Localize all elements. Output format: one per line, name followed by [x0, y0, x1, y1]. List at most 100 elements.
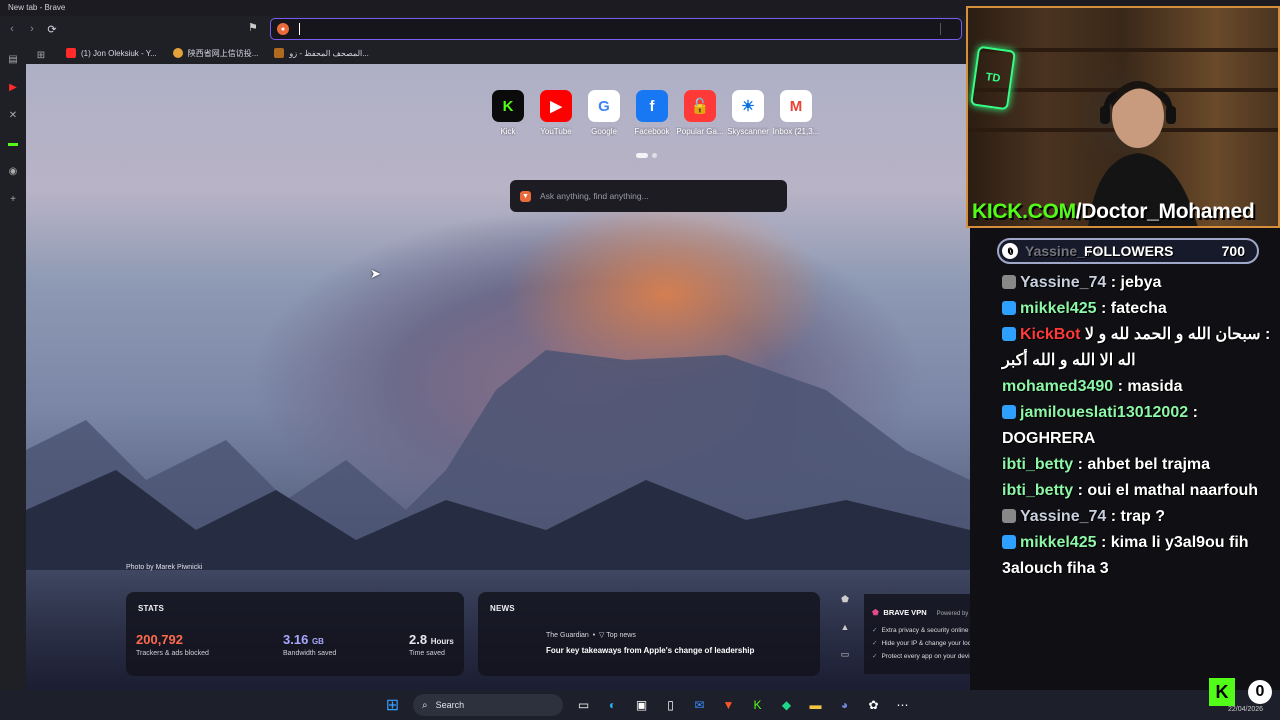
followers-label: FOLLOWERS: [1084, 243, 1174, 259]
stat-time-caption: Time saved: [409, 650, 445, 657]
cards-widget-icon[interactable]: ▭: [841, 649, 850, 660]
top-site-tile-icon: 🔓: [684, 90, 716, 122]
forward-button[interactable]: ›: [22, 19, 42, 39]
sidebar-vpn-icon[interactable]: ◉: [4, 162, 22, 180]
chat-username: mikkel425: [1020, 300, 1097, 317]
stat-time: 2.8 Hours Time saved: [409, 632, 454, 657]
search-engine-icon[interactable]: ●: [277, 23, 289, 35]
taskbar-search[interactable]: ⌕ Search: [413, 694, 563, 716]
vpn-feature: Protect every app on your device: [872, 652, 970, 660]
chat-badge-icon: [1002, 275, 1016, 289]
bookmark-favicon: [172, 48, 183, 58]
rewards-widget-icon[interactable]: ▲: [841, 622, 850, 632]
screen: New tab - Brave ‹ › ⟳ ⚑ ● ▼ (1) Jon Olek…: [0, 0, 1280, 720]
news-tag-icon: ▽: [599, 632, 605, 639]
pager-dot[interactable]: [652, 153, 657, 158]
calendar-icon[interactable]: ▣: [631, 694, 653, 716]
back-button[interactable]: ‹: [2, 19, 22, 39]
brave-logo-icon: ▼: [520, 190, 531, 202]
pager-dot[interactable]: [636, 153, 648, 158]
news-title: NEWS: [490, 604, 515, 613]
widget-switcher: ⬟ ▲ ▭: [831, 594, 859, 674]
taskbar-search-label: Search: [435, 700, 465, 710]
stream-chat: Yassine_74 : jebya mikkel425 : fatecha Kic…: [1000, 270, 1275, 582]
sidebar-youtube-icon[interactable]: ▶: [4, 78, 22, 96]
top-site-5[interactable]: ☀ Skyscanner: [724, 90, 772, 136]
vpn-title: BRAVE VPN: [883, 608, 927, 617]
bandwidth-number: 3.16: [283, 632, 309, 647]
top-sites-pager[interactable]: [636, 153, 661, 158]
chat-message: ibti_betty : oui el mathal naarfouh: [1000, 478, 1275, 504]
time-number: 2.8: [409, 632, 428, 647]
stat-trackers: 200,792 Trackers & ads blocked: [136, 632, 209, 657]
top-site-2[interactable]: G Google: [580, 90, 628, 136]
stat-bandwidth-caption: Bandwidth saved: [283, 650, 337, 657]
bookmark-item-2[interactable]: المصحف المحفظ - زو...: [274, 48, 369, 58]
chat-message: Yassine_74 : trap ?: [1000, 504, 1275, 530]
top-site-label: Kick: [500, 127, 516, 136]
edge-icon[interactable]: ◐: [602, 694, 624, 716]
vpn-powered-by: Powered by: [936, 611, 969, 617]
top-site-label: Google: [591, 127, 617, 136]
bookmarks-bar: (1) Jon Oleksiuk - Y... 陕西省网上信访投... المص…: [0, 42, 970, 64]
taskbar-date: 22/04/2026: [1228, 706, 1264, 713]
top-site-label: Skyscanner: [727, 127, 769, 136]
news-headline[interactable]: Four key takeaways from Apple's change o…: [546, 646, 754, 655]
browser-toolbar: ‹ › ⟳ ⚑ ● ▼: [0, 16, 975, 42]
sidebar-kick-icon[interactable]: ▬: [4, 134, 22, 152]
top-site-tile-icon: f: [636, 90, 668, 122]
bookmark-favicon: [274, 48, 285, 58]
address-input[interactable]: [304, 23, 904, 35]
terminal-icon[interactable]: ▯: [660, 694, 682, 716]
reload-button[interactable]: ⟳: [42, 19, 62, 39]
pycharm-icon[interactable]: ◆: [776, 694, 798, 716]
search-icon: ⌕: [422, 699, 428, 711]
discord-icon[interactable]: ◕: [834, 694, 856, 716]
brave-icon[interactable]: ▼: [718, 694, 740, 716]
windows-taskbar: ⊞ ⌕ Search ▭ ◐ ▣ ▯ ✉ ▼ K ◆ ▬ ◕ ✿ ⋯: [0, 690, 1280, 720]
top-site-4[interactable]: 🔓 Popular Ga...: [676, 90, 724, 136]
start-icon[interactable]: ⊞: [382, 694, 404, 716]
news-card[interactable]: NEWS The Guardian • ▽ Top news Four key …: [478, 592, 820, 676]
handle-site: KICK.COM: [972, 200, 1076, 223]
file-explorer-icon[interactable]: ▬: [805, 694, 827, 716]
chat-username: Yassine_74: [1020, 274, 1107, 291]
top-site-3[interactable]: f Facebook: [628, 90, 676, 136]
top-site-6[interactable]: M Inbox (21,3...: [772, 90, 820, 136]
task-view-icon[interactable]: ▭: [573, 694, 595, 716]
bookmark-icon[interactable]: ⚑: [248, 21, 258, 34]
search-box[interactable]: ▼ Ask anything, find anything...: [510, 180, 787, 212]
mouse-cursor-icon: ➤: [370, 266, 381, 281]
bandwidth-unit: GB: [311, 637, 324, 646]
address-bar[interactable]: ● ▼: [270, 18, 975, 40]
chat-username: mohamed3490: [1002, 378, 1114, 395]
vpn-feature: Extra privacy & security online: [872, 626, 970, 634]
stat-trackers-caption: Trackers & ads blocked: [136, 650, 209, 657]
top-site-label: Inbox (21,3...: [772, 127, 820, 136]
top-site-tile-icon: G: [588, 90, 620, 122]
sidebar-toggle-icon[interactable]: ▤: [4, 50, 22, 68]
stat-time-value: 2.8 Hours: [409, 632, 454, 647]
back-icon: ‹: [10, 23, 14, 35]
vpn-card: ⬟ BRAVE VPN Powered by Extra privacy & se…: [864, 594, 970, 674]
kick-app-icon[interactable]: K: [747, 694, 769, 716]
news-source-name: The Guardian: [546, 632, 589, 639]
tab-grid-icon[interactable]: ⊞: [32, 46, 50, 64]
bookmark-item-0[interactable]: (1) Jon Oleksiuk - Y...: [66, 48, 157, 58]
address-separator: [940, 23, 941, 35]
chat-username: ibti_betty: [1002, 482, 1074, 499]
stats-card: STATS 200,792 Trackers & ads blocked 3.1…: [126, 592, 464, 676]
chat-username: mikkel425: [1020, 534, 1097, 551]
sidebar-add-icon[interactable]: +: [4, 190, 22, 208]
more-apps-icon[interactable]: ⋯: [892, 694, 914, 716]
chat-username: jamiloueslati13012002: [1020, 404, 1189, 421]
bookmark-item-1[interactable]: 陕西省网上信访投...: [172, 48, 258, 59]
chatgpt-icon[interactable]: ✿: [863, 694, 885, 716]
vpn-widget-icon[interactable]: ⬟: [841, 594, 849, 605]
sidebar-mute-icon[interactable]: ✕: [4, 106, 22, 124]
top-site-1[interactable]: ▶ YouTube: [532, 90, 580, 136]
mail-icon[interactable]: ✉: [689, 694, 711, 716]
chat-badge-icon: [1002, 301, 1016, 315]
top-site-0[interactable]: K Kick: [484, 90, 532, 136]
forward-icon: ›: [30, 23, 34, 35]
